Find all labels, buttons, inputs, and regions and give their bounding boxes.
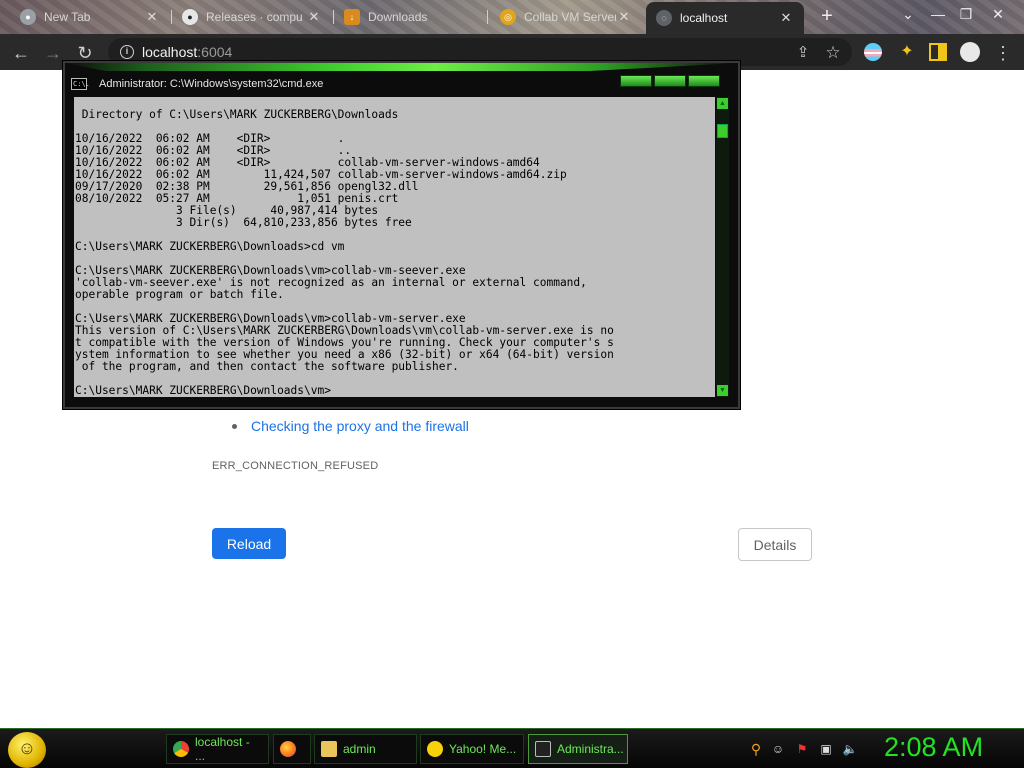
cmd-maximize-button[interactable] xyxy=(654,75,686,87)
cmd-output-line: C:\Users\MARK ZUCKERBERG\Downloads>cd vm xyxy=(75,240,345,253)
cmd-title: Administrator: C:\Windows\system32\cmd.e… xyxy=(99,78,324,90)
cmd-output-line: operable program or batch file. xyxy=(75,288,284,301)
close-icon[interactable]: ✕ xyxy=(778,10,794,26)
search-icon[interactable]: ⚲ xyxy=(748,741,764,757)
download-icon: ↓ xyxy=(344,9,360,25)
task-admin-folder[interactable]: admin xyxy=(314,734,417,764)
tab-strip: ● New Tab ✕ ● Releases · compu ✕ ↓ Downl… xyxy=(0,0,1024,34)
cmd-output-line: C:\Users\MARK ZUCKERBERG\Downloads\vm> xyxy=(75,384,331,397)
tab-separator xyxy=(487,10,488,24)
task-cmd[interactable]: Administra... xyxy=(528,734,628,764)
taskbar-clock[interactable]: 2:08 AM xyxy=(884,732,983,763)
github-icon: ● xyxy=(182,9,198,25)
volume-icon[interactable]: 🔈 xyxy=(842,741,858,757)
tab-downloads[interactable]: ↓ Downloads xyxy=(334,2,486,32)
suggestion-list: Checking the proxy and the firewall xyxy=(232,418,469,434)
cmd-minimize-button[interactable] xyxy=(620,75,652,87)
cmd-titlebar[interactable]: C:\. Administrator: C:\Windows\system32\… xyxy=(71,73,323,95)
maximize-button[interactable]: ❐ xyxy=(952,2,980,26)
cmd-close-button[interactable] xyxy=(688,75,720,87)
task-label: Administra... xyxy=(557,742,624,756)
reload-button[interactable]: Reload xyxy=(212,528,286,559)
tab-localhost[interactable]: ◌ localhost ✕ xyxy=(646,2,804,34)
tab-collab-vm[interactable]: ◎ Collab VM Server ✕ xyxy=(490,2,642,32)
task-yahoo-messenger[interactable]: Yahoo! Me... xyxy=(420,734,524,764)
chrome-icon: ● xyxy=(20,9,36,25)
close-icon[interactable]: ✕ xyxy=(616,9,632,25)
collabvm-icon: ◎ xyxy=(500,9,516,25)
suggestion-item[interactable]: Checking the proxy and the firewall xyxy=(232,418,469,434)
cmd-window-controls xyxy=(620,75,720,87)
window-glow-decoration xyxy=(65,63,738,71)
tab-title: New Tab xyxy=(44,10,91,24)
side-panel-icon[interactable] xyxy=(929,43,947,61)
url-port: :6004 xyxy=(197,44,233,60)
error-code: ERR_CONNECTION_REFUSED xyxy=(212,460,379,472)
cmd-console-output[interactable]: Directory of C:\Users\MARK ZUCKERBERG\Do… xyxy=(74,97,715,397)
task-label: Yahoo! Me... xyxy=(449,742,517,756)
info-icon[interactable]: i xyxy=(120,45,134,59)
cmd-window[interactable]: C:\. Administrator: C:\Windows\system32\… xyxy=(63,61,740,409)
bullet-dot xyxy=(232,423,237,429)
bookmark-star-icon[interactable]: ☆ xyxy=(820,40,846,66)
flag-icon[interactable]: ⚑ xyxy=(794,741,810,757)
chrome-menu-icon[interactable]: ⋮ xyxy=(990,40,1016,66)
tab-new-tab[interactable]: ● New Tab ✕ xyxy=(10,2,170,32)
minimize-button[interactable]: — xyxy=(924,2,952,26)
extensions-puzzle-icon[interactable]: ✦ xyxy=(898,43,916,61)
profile-flag-icon[interactable] xyxy=(864,43,882,61)
close-window-button[interactable]: ✕ xyxy=(984,2,1012,26)
close-icon[interactable]: ✕ xyxy=(144,9,160,25)
tab-title: Releases · compu xyxy=(206,10,303,24)
taskbar: ☺ localhost - ... admin Yahoo! Me... Adm… xyxy=(0,728,1024,768)
chrome-icon xyxy=(173,741,189,757)
details-button[interactable]: Details xyxy=(738,528,812,561)
tab-releases[interactable]: ● Releases · compu ✕ xyxy=(172,2,332,32)
url-host: localhost xyxy=(142,44,198,60)
share-icon[interactable]: ⇪ xyxy=(790,40,816,66)
page-icon: ◌ xyxy=(656,10,672,26)
task-chrome[interactable]: localhost - ... xyxy=(166,734,269,764)
smiley-icon: ☺ xyxy=(17,738,37,758)
profile-avatar-icon[interactable] xyxy=(960,42,980,62)
task-label: localhost - ... xyxy=(195,735,250,763)
task-firefox[interactable] xyxy=(273,734,311,764)
new-tab-button[interactable]: + xyxy=(816,5,838,27)
scroll-down-arrow-icon[interactable]: ▼ xyxy=(717,385,728,396)
scroll-thumb[interactable] xyxy=(717,124,728,138)
back-button[interactable]: ← xyxy=(8,40,34,66)
tab-title: Collab VM Server xyxy=(524,10,616,24)
cmd-icon xyxy=(535,741,551,757)
network-icon[interactable]: ▣ xyxy=(818,741,834,757)
suggestion-link[interactable]: Checking the proxy and the firewall xyxy=(251,418,469,434)
cmd-scrollbar[interactable]: ▲ ▼ xyxy=(716,97,729,397)
folder-icon xyxy=(321,741,337,757)
cmd-output-line: of the program, and then contact the sof… xyxy=(75,360,459,373)
cmd-output-line: Directory of C:\Users\MARK ZUCKERBERG\Do… xyxy=(75,108,399,121)
scroll-up-arrow-icon[interactable]: ▲ xyxy=(717,98,728,109)
cmd-output-line: 3 Dir(s) 64,810,233,856 bytes free xyxy=(75,216,412,229)
yahoo-messenger-icon xyxy=(427,741,443,757)
tab-title: localhost xyxy=(680,11,728,25)
tab-search-chevron-icon[interactable]: ⌄ xyxy=(894,2,922,26)
close-icon[interactable]: ✕ xyxy=(306,9,322,25)
task-label: admin xyxy=(343,742,376,756)
cmd-icon: C:\. xyxy=(71,78,90,90)
messenger-tray-icon[interactable]: ☺ xyxy=(770,741,786,757)
start-button[interactable]: ☺ xyxy=(8,732,46,768)
tab-title: Downloads xyxy=(368,10,428,24)
firefox-icon xyxy=(280,741,296,757)
